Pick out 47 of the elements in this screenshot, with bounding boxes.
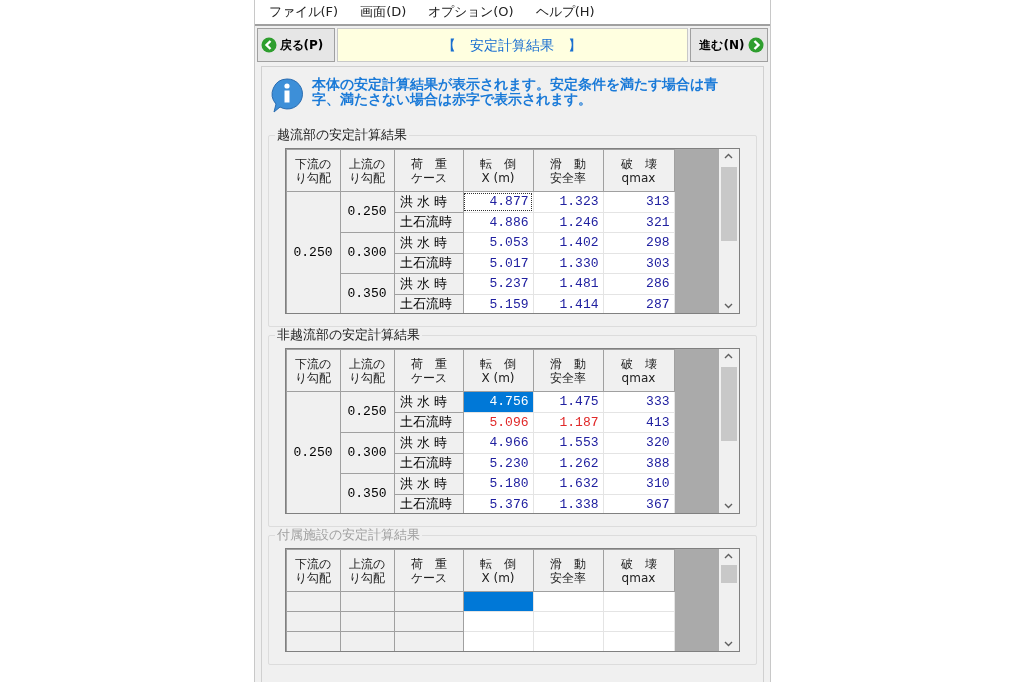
scroll-down-icon[interactable] (724, 503, 733, 509)
scroll-down-icon[interactable] (724, 641, 733, 647)
slope-cell: 0.250 (340, 391, 394, 433)
column-header: 荷 重 ケース (394, 349, 463, 392)
info-message: 本体の安定計算結果が表示されます。安定条件を満たす場合は青字、満たさない場合は赤字で表示されます。 (311, 77, 719, 107)
column-header: 破 壊 qmax (603, 149, 674, 192)
column-header: 破 壊 qmax (603, 349, 674, 392)
slope-cell: 0.300 (340, 432, 394, 474)
scrollbar-thumb[interactable] (720, 167, 737, 241)
column-header: 転 倒 X (m) (463, 149, 533, 192)
column-header: 荷 重 ケース (394, 549, 463, 592)
info-icon (269, 77, 304, 113)
section-title: 非越流部の安定計算結果 (274, 327, 422, 343)
section-title: 付属施設の安定計算結果 (274, 527, 422, 543)
slope-cell: 0.250 (286, 391, 340, 513)
menu-item[interactable]: ファイル(F) (268, 2, 339, 22)
scroll-down-icon[interactable] (724, 303, 733, 309)
column-header: 上流の り勾配 (340, 149, 394, 192)
column-header: 下流の り勾配 (286, 349, 340, 392)
column-header: 破 壊 qmax (603, 549, 674, 592)
column-header: 上流の り勾配 (340, 349, 394, 392)
column-header: 下流の り勾配 (286, 149, 340, 192)
column-header: 滑 動 安全率 (533, 349, 603, 392)
column-header: 下流の り勾配 (286, 549, 340, 592)
scrollbar-thumb[interactable] (720, 565, 737, 583)
column-header: 転 倒 X (m) (463, 549, 533, 592)
column-header: 上流の り勾配 (340, 549, 394, 592)
scroll-up-icon[interactable] (724, 553, 733, 559)
column-header: 転 倒 X (m) (463, 349, 533, 392)
column-header: 滑 動 安全率 (533, 149, 603, 192)
slope-cell: 0.250 (286, 191, 340, 313)
menu-item[interactable]: ヘルプ(H) (535, 2, 595, 22)
column-header: 荷 重 ケース (394, 149, 463, 192)
scroll-up-icon[interactable] (724, 153, 733, 159)
slope-cell: 0.250 (340, 191, 394, 233)
slope-cell: 0.300 (340, 232, 394, 274)
column-header: 滑 動 安全率 (533, 549, 603, 592)
section-title: 越流部の安定計算結果 (274, 127, 409, 143)
screen-title: 【 安定計算結果 】 (336, 28, 688, 62)
back-button[interactable]: 戻る(P) (256, 28, 335, 62)
slope-cell: 0.350 (340, 473, 394, 513)
forward-button[interactable]: 進む(N) (689, 28, 768, 62)
menu-item[interactable]: 画面(D) (360, 2, 407, 22)
slope-cell: 0.350 (340, 273, 394, 313)
menu-item[interactable]: オプション(O) (428, 2, 514, 22)
scrollbar-thumb[interactable] (720, 367, 737, 441)
scroll-up-icon[interactable] (724, 353, 733, 359)
